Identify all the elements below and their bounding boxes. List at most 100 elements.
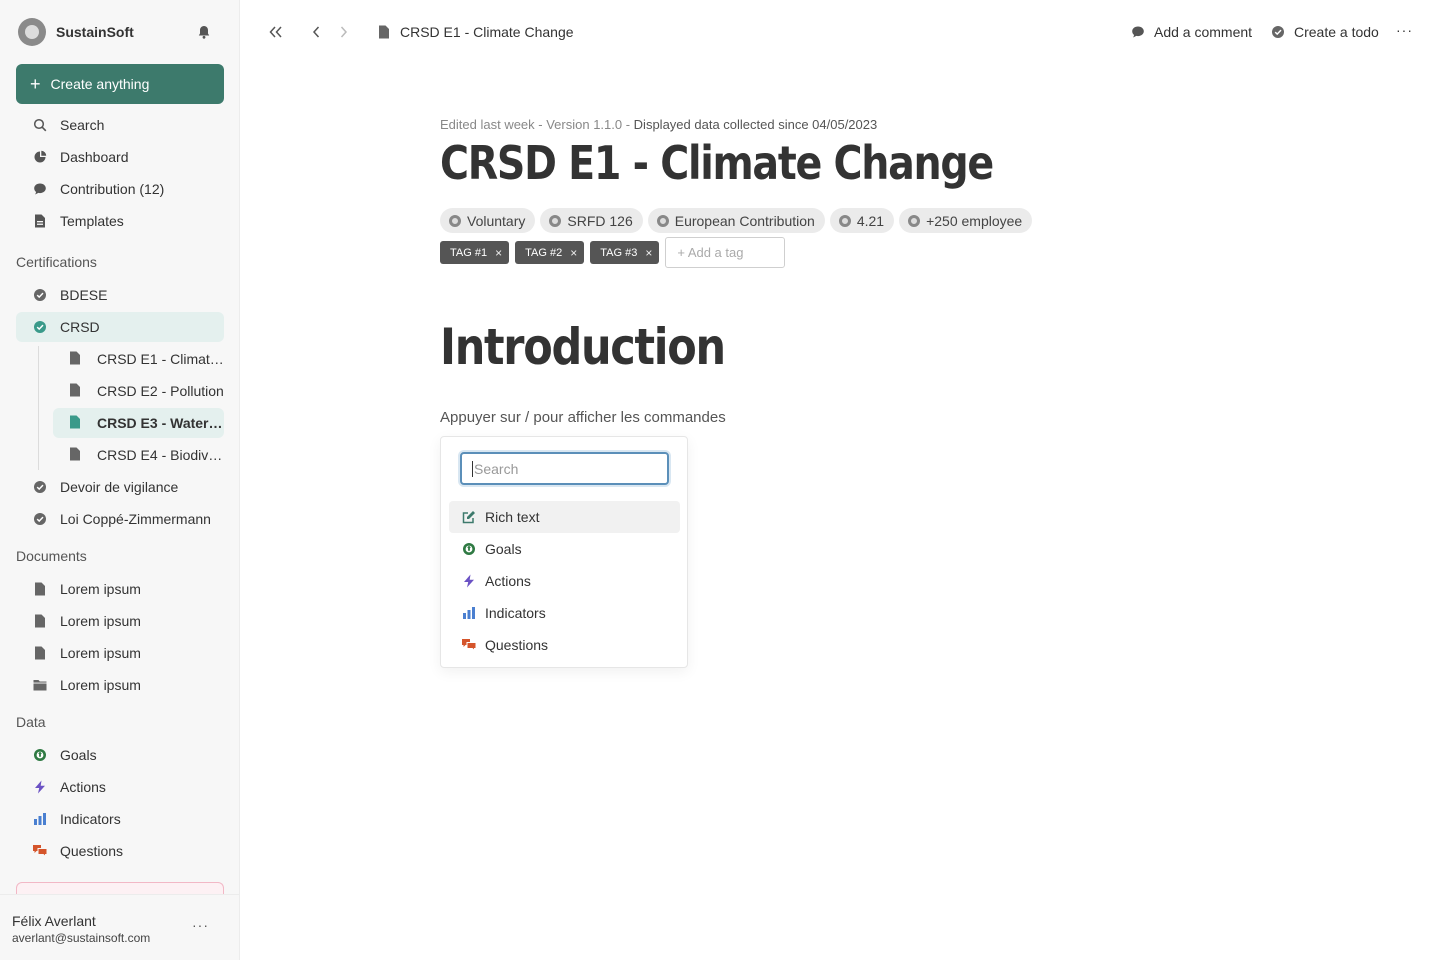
sidebar-item-crsd-e1[interactable]: CRSD E1 - Climate Change — [53, 344, 224, 374]
sidebar-item-devoir-de-vigilance[interactable]: Devoir de vigilance — [16, 472, 224, 502]
tag-chip[interactable]: TAG #2 × — [515, 241, 585, 264]
command-hint[interactable]: Appuyer sur / pour afficher les commande… — [440, 409, 726, 426]
user-more-icon[interactable]: ··· — [192, 917, 209, 933]
command-item-label: Goals — [485, 541, 522, 557]
command-item-actions[interactable]: Actions — [449, 565, 680, 597]
collapse-sidebar-icon[interactable] — [268, 24, 284, 40]
create-anything-button[interactable]: + Create anything — [16, 64, 224, 104]
check-badge-icon — [32, 287, 48, 303]
pill-status-icon — [449, 214, 461, 227]
command-item-label: Indicators — [485, 605, 546, 621]
sidebar-item-document[interactable]: Lorem ipsum — [16, 574, 224, 604]
add-comment-button[interactable]: Add a comment — [1131, 24, 1252, 40]
sidebar-item-goals[interactable]: Goals — [16, 740, 224, 770]
tag-chip[interactable]: TAG #3 × — [590, 241, 660, 264]
add-tag-input[interactable]: + Add a tag — [665, 237, 786, 268]
comment-icon — [1131, 25, 1145, 39]
sidebar-item-document[interactable]: Lorem ipsum — [16, 606, 224, 636]
remove-tag-icon[interactable]: × — [570, 246, 577, 260]
bar-chart-icon — [461, 605, 477, 621]
questions-icon — [32, 843, 48, 859]
goals-icon — [32, 747, 48, 763]
tag-list: TAG #1 × TAG #2 × TAG #3 × + Add a tag — [440, 237, 786, 268]
property-pill[interactable]: European Contribution — [647, 208, 825, 233]
command-item-questions[interactable]: Questions — [449, 629, 680, 661]
documents-section-label: Documents — [16, 548, 87, 564]
page-title[interactable]: CRSD E1 - Climate Change — [440, 136, 994, 190]
sidebar-item-search[interactable]: Search — [16, 110, 224, 140]
plus-icon: + — [30, 74, 41, 94]
workspace-switcher[interactable]: SustainSoft — [18, 18, 134, 46]
sidebar-item-contribution[interactable]: Contribution (12) — [16, 174, 224, 204]
property-pill[interactable]: +250 employee — [899, 208, 1033, 233]
sidebar-item-label: Loi Coppé-Zimmermann — [60, 511, 211, 527]
data-collection-date: Displayed data collected since 04/05/202… — [633, 117, 878, 132]
sidebar: SustainSoft + Create anything Search Das… — [0, 0, 240, 960]
command-search-input[interactable]: Search — [460, 452, 669, 485]
command-item-rich-text[interactable]: Rich text — [449, 501, 680, 533]
sidebar-item-label: Lorem ipsum — [60, 645, 141, 661]
document-icon — [69, 415, 83, 431]
sidebar-item-crsd-e4[interactable]: CRSD E4 - Biodiversity — [53, 440, 224, 470]
pill-label: +250 employee — [926, 212, 1023, 229]
create-todo-button[interactable]: Create a todo — [1271, 24, 1379, 40]
sidebar-item-label: CRSD — [60, 319, 100, 335]
document-icon — [32, 581, 48, 597]
questions-icon — [461, 637, 477, 653]
notification-bell-icon[interactable] — [196, 24, 212, 40]
pie-chart-icon — [32, 149, 48, 165]
sidebar-item-indicators[interactable]: Indicators — [16, 804, 224, 834]
template-doc-icon — [32, 213, 48, 229]
sidebar-item-label: Lorem ipsum — [60, 677, 141, 693]
property-pill[interactable]: Voluntary — [440, 208, 536, 233]
sidebar-item-label: Goals — [60, 747, 97, 763]
user-email: averlant@sustainsoft.com — [12, 931, 151, 945]
create-anything-label: Create anything — [50, 76, 150, 92]
pill-label: Voluntary — [467, 212, 526, 229]
user-name: Félix Averlant — [12, 913, 96, 929]
sidebar-item-document[interactable]: Lorem ipsum — [16, 638, 224, 668]
tag-label: TAG #1 — [450, 246, 488, 259]
tag-chip[interactable]: TAG #1 × — [440, 241, 510, 264]
sidebar-item-crsd-e3[interactable]: CRSD E3 - Water and marine resources — [53, 408, 224, 438]
sidebar-item-folder[interactable]: Lorem ipsum — [16, 670, 224, 700]
edit-info: Edited last week - Version 1.1.0 - — [440, 117, 631, 132]
promo-card[interactable] — [16, 882, 224, 894]
property-pill[interactable]: SRFD 126 — [540, 208, 643, 233]
remove-tag-icon[interactable]: × — [495, 246, 502, 260]
sidebar-item-label: Questions — [60, 843, 124, 859]
sidebar-item-questions[interactable]: Questions — [16, 836, 224, 866]
command-item-goals[interactable]: Goals — [449, 533, 680, 565]
forward-arrow-icon[interactable] — [336, 24, 352, 40]
sidebar-item-loi-coppe-zimmermann[interactable]: Loi Coppé-Zimmermann — [16, 504, 224, 534]
bar-chart-icon — [32, 811, 48, 827]
sidebar-item-templates[interactable]: Templates — [16, 206, 224, 236]
remove-tag-icon[interactable]: × — [645, 246, 652, 260]
section-heading[interactable]: Introduction — [440, 318, 726, 376]
sidebar-item-label: Lorem ipsum — [60, 613, 141, 629]
pill-label: European Contribution — [674, 212, 815, 229]
user-profile[interactable]: Félix Averlant averlant@sustainsoft.com … — [0, 894, 239, 960]
certifications-section-label: Certifications — [16, 254, 97, 270]
pill-status-icon — [549, 214, 562, 227]
sidebar-item-crsd[interactable]: CRSD — [16, 312, 224, 342]
sidebar-item-label: Indicators — [60, 811, 121, 827]
property-pill[interactable]: 4.21 — [829, 208, 895, 233]
back-arrow-icon[interactable] — [308, 24, 324, 40]
sidebar-item-bdese[interactable]: BDESE — [16, 280, 224, 310]
lightning-icon — [461, 573, 477, 589]
sidebar-item-label: BDESE — [60, 287, 108, 303]
document-icon — [32, 645, 48, 661]
document-icon — [378, 25, 390, 39]
sidebar-item-dashboard[interactable]: Dashboard — [16, 142, 224, 172]
pill-status-icon — [838, 214, 851, 227]
more-options-icon[interactable]: ··· — [1396, 22, 1413, 38]
command-item-indicators[interactable]: Indicators — [449, 597, 680, 629]
breadcrumb[interactable]: CRSD E1 - Climate Change — [378, 24, 574, 40]
sidebar-item-actions[interactable]: Actions — [16, 772, 224, 802]
command-item-label: Actions — [485, 573, 531, 589]
sidebar-item-crsd-e2[interactable]: CRSD E2 - Pollution — [53, 376, 224, 406]
sidebar-item-label: CRSD E1 - Climate Change — [97, 351, 224, 367]
sidebar-item-label: CRSD E3 - Water and marine resources — [97, 415, 224, 431]
search-icon — [32, 117, 48, 133]
